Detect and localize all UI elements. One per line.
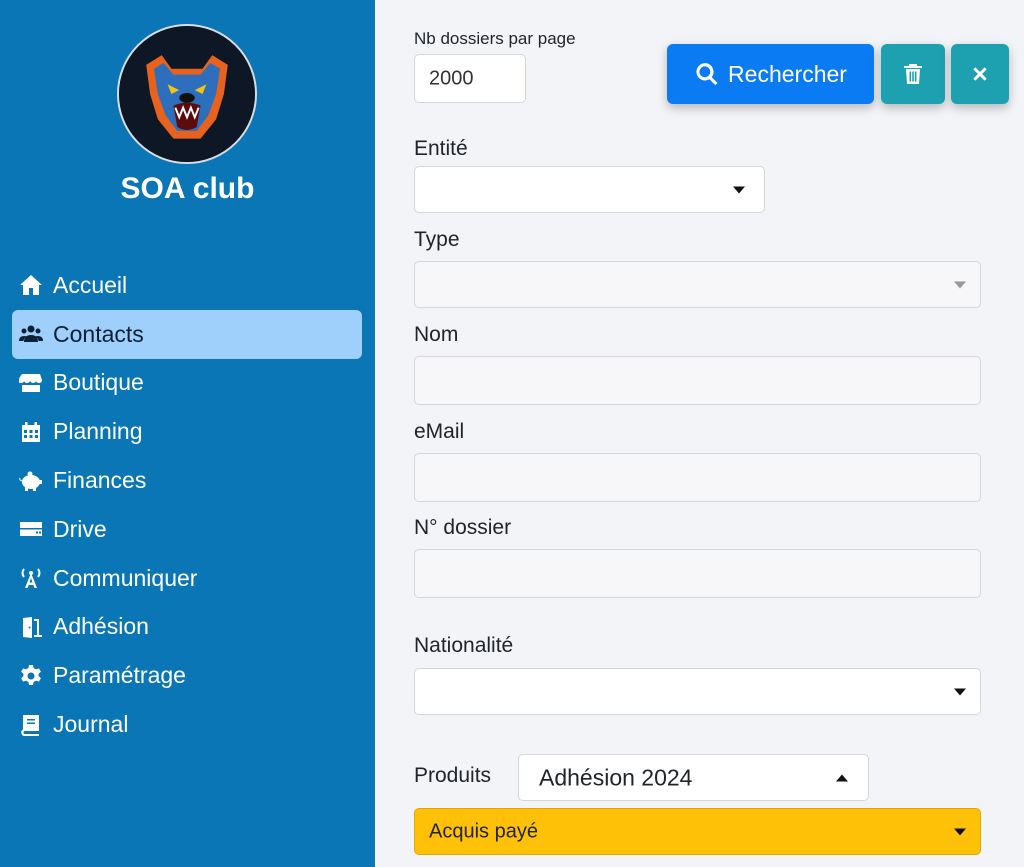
- sidebar-item-label: Accueil: [53, 271, 128, 298]
- statut-value: Acquis payé: [429, 820, 538, 842]
- produits-value: Adhésion 2024: [539, 764, 693, 790]
- sidebar: SOA club Accueil Contacts Boutique Plann…: [0, 0, 375, 867]
- sidebar-item-label: Journal: [53, 711, 129, 738]
- nom-input[interactable]: [414, 356, 981, 405]
- bear-logo-icon: [117, 24, 257, 164]
- sidebar-item-boutique[interactable]: Boutique: [12, 359, 362, 408]
- piggy-bank-icon: [19, 469, 47, 493]
- sidebar-item-label: Boutique: [53, 369, 144, 396]
- per-page-input[interactable]: 2000: [414, 54, 526, 103]
- search-icon: [696, 63, 718, 86]
- search-form: Nb dossiers par page 2000 Rechercher Ent…: [375, 0, 1024, 867]
- type-select[interactable]: [414, 261, 981, 308]
- chevron-down-icon: [733, 186, 745, 193]
- sidebar-item-planning[interactable]: Planning: [12, 407, 362, 456]
- sidebar-item-label: Finances: [53, 467, 147, 494]
- produits-label: Produits: [414, 764, 492, 787]
- sidebar-item-accueil[interactable]: Accueil: [12, 261, 362, 310]
- search-button[interactable]: Rechercher: [667, 44, 874, 104]
- chevron-down-icon: [954, 281, 966, 288]
- sidebar-item-label: Planning: [53, 418, 143, 445]
- sidebar-item-label: Contacts: [53, 320, 144, 347]
- chevron-down-icon: [954, 828, 966, 835]
- entity-label: Entité: [414, 137, 468, 160]
- sidebar-item-parametrage[interactable]: Paramétrage: [12, 651, 362, 700]
- gear-icon: [19, 664, 47, 688]
- produits-select[interactable]: Adhésion 2024: [518, 754, 869, 801]
- users-icon: [19, 322, 47, 346]
- sidebar-item-journal[interactable]: Journal: [12, 700, 362, 749]
- drive-icon: [19, 517, 47, 541]
- close-button[interactable]: [951, 44, 1009, 104]
- statut-select[interactable]: Acquis payé: [414, 808, 981, 855]
- chevron-up-icon: [836, 774, 848, 781]
- sidebar-nav: Accueil Contacts Boutique Planning Finan…: [12, 261, 362, 749]
- trash-icon: [904, 64, 922, 84]
- sidebar-item-finances[interactable]: Finances: [12, 456, 362, 505]
- sidebar-item-label: Paramétrage: [53, 662, 186, 689]
- door-open-icon: [19, 615, 47, 639]
- entity-select[interactable]: [414, 166, 765, 213]
- sidebar-item-adhesion[interactable]: Adhésion: [12, 603, 362, 652]
- sidebar-item-drive[interactable]: Drive: [12, 505, 362, 554]
- sidebar-item-label: Communiquer: [53, 564, 198, 591]
- chevron-down-icon: [954, 688, 966, 695]
- search-button-label: Rechercher: [728, 60, 847, 87]
- clear-button[interactable]: [881, 44, 945, 104]
- sidebar-item-communiquer[interactable]: Communiquer: [12, 554, 362, 603]
- dossier-input[interactable]: [414, 549, 981, 598]
- per-page-value: 2000: [429, 67, 474, 89]
- type-label: Type: [414, 228, 460, 251]
- book-icon: [19, 713, 47, 737]
- calendar-icon: [19, 420, 47, 444]
- broadcast-tower-icon: [19, 566, 47, 590]
- nationalite-select[interactable]: [414, 668, 981, 715]
- home-icon: [19, 273, 47, 297]
- dossier-label: N° dossier: [414, 516, 512, 539]
- sidebar-item-contacts[interactable]: Contacts: [12, 309, 362, 359]
- nationalite-label: Nationalité: [414, 634, 514, 657]
- club-name: SOA club: [120, 172, 255, 205]
- nom-label: Nom: [414, 323, 459, 346]
- sidebar-item-label: Adhésion: [53, 613, 149, 640]
- email-input[interactable]: [414, 453, 981, 502]
- sidebar-item-label: Drive: [53, 515, 107, 542]
- store-icon: [19, 371, 47, 395]
- per-page-label: Nb dossiers par page: [414, 29, 576, 48]
- email-label: eMail: [414, 420, 465, 443]
- close-icon: [973, 67, 987, 81]
